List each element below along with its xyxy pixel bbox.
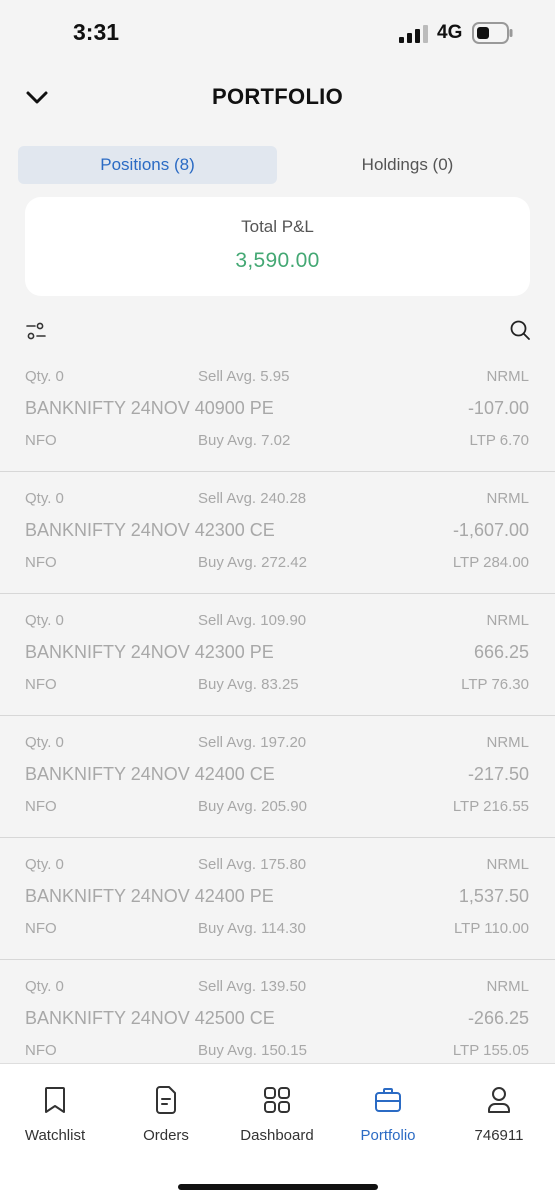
symbol: BANKNIFTY 24NOV 42400 CE (25, 764, 275, 784)
total-pnl-label: Total P&L (241, 217, 314, 236)
nav-label: Portfolio (360, 1127, 416, 1144)
buy-avg: Buy Avg. 205.90 (198, 798, 307, 815)
nav-orders[interactable]: Orders (111, 1084, 221, 1144)
tab-holdings[interactable]: Holdings (0) (278, 146, 537, 184)
product-type: NRML (486, 368, 529, 385)
position-row[interactable]: Qty. 0 Sell Avg. 175.80 NRML BANKNIFTY 24N… (0, 838, 555, 960)
qty: Qty. 0 (25, 856, 64, 873)
nav-portfolio[interactable]: Portfolio (333, 1084, 443, 1144)
buy-avg: Buy Avg. 7.02 (198, 432, 291, 449)
nav-label: Dashboard (240, 1127, 314, 1144)
sell-avg: Sell Avg. 175.80 (198, 856, 307, 873)
position-pnl: 666.25 (473, 642, 529, 662)
position-row[interactable]: Qty. 0 Sell Avg. 240.28 NRML BANKNIFTY 24N… (0, 472, 555, 594)
nav-label: Watchlist (24, 1127, 86, 1144)
nav-profile[interactable]: 746911 (444, 1084, 554, 1144)
ltp: LTP 76.30 (461, 676, 529, 693)
buy-avg: Buy Avg. 83.25 (198, 676, 299, 693)
nav-label: 746911 (474, 1127, 524, 1144)
page-title: PORTFOLIO (211, 84, 344, 109)
position-row[interactable]: Qty. 0 Sell Avg. 5.95 NRML BANKNIFTY 24NOV… (0, 350, 555, 472)
nav-label: Orders (143, 1127, 189, 1144)
symbol: BANKNIFTY 24NOV 40900 PE (25, 398, 274, 418)
nav-dashboard[interactable]: Dashboard (222, 1084, 332, 1144)
buy-avg: Buy Avg. 114.30 (198, 920, 306, 937)
sell-avg: Sell Avg. 139.50 (198, 978, 307, 995)
exchange: NFO (25, 920, 57, 937)
qty: Qty. 0 (25, 612, 64, 629)
positions-list: Qty. 0 Sell Avg. 5.95 NRML BANKNIFTY 24NOV… (0, 350, 555, 1062)
total-pnl-value: 3,590.00 (235, 249, 320, 272)
position-pnl: -1,607.00 (452, 520, 529, 540)
product-type: NRML (486, 856, 529, 873)
header: PORTFOLIO (0, 70, 555, 124)
total-pnl-card: Total P&L 3,590.00 (25, 197, 530, 296)
filter-icon[interactable] (26, 321, 46, 341)
symbol: BANKNIFTY 24NOV 42500 CE (25, 1008, 275, 1028)
exchange: NFO (25, 1042, 57, 1059)
position-pnl: -266.25 (467, 1008, 529, 1028)
product-type: NRML (486, 734, 529, 751)
search-icon[interactable] (509, 319, 531, 341)
position-row[interactable]: Qty. 0 Sell Avg. 139.50 NRML BANKNIFTY 24N… (0, 960, 555, 1062)
product-type: NRML (486, 490, 529, 507)
position-pnl: 1,537.50 (458, 886, 529, 906)
ltp: LTP 110.00 (453, 920, 529, 937)
buy-avg: Buy Avg. 150.15 (198, 1042, 307, 1059)
list-tools (0, 316, 555, 346)
ltp: LTP 6.70 (469, 432, 530, 449)
bottom-nav: Watchlist Orders Dashboard Portfolio 746… (0, 1063, 555, 1201)
qty: Qty. 0 (25, 490, 64, 507)
position-row[interactable]: Qty. 0 Sell Avg. 109.90 NRML BANKNIFTY 24N… (0, 594, 555, 716)
buy-avg: Buy Avg. 272.42 (198, 554, 307, 571)
symbol: BANKNIFTY 24NOV 42300 PE (25, 642, 274, 662)
product-type: NRML (486, 612, 529, 629)
position-row[interactable]: Qty. 0 Sell Avg. 197.20 NRML BANKNIFTY 24N… (0, 716, 555, 838)
sell-avg: Sell Avg. 5.95 (198, 368, 290, 385)
user-icon (488, 1087, 510, 1113)
symbol: BANKNIFTY 24NOV 42400 PE (25, 886, 274, 906)
network-type: 4G (437, 22, 463, 43)
tab-positions[interactable]: Positions (8) (18, 146, 277, 184)
symbol: BANKNIFTY 24NOV 42300 CE (25, 520, 275, 540)
qty: Qty. 0 (25, 368, 64, 385)
exchange: NFO (25, 554, 57, 571)
ltp: LTP 216.55 (452, 798, 529, 815)
briefcase-icon (375, 1088, 401, 1112)
status-time: 3:31 (73, 19, 120, 45)
exchange: NFO (25, 676, 57, 693)
home-indicator (178, 1184, 378, 1190)
qty: Qty. 0 (25, 734, 64, 751)
tab-bar: Positions (8) Holdings (0) (18, 146, 537, 184)
bookmark-icon (45, 1087, 65, 1113)
ltp: LTP 284.00 (452, 554, 529, 571)
product-type: NRML (486, 978, 529, 995)
qty: Qty. 0 (25, 978, 64, 995)
position-pnl: -107.00 (467, 398, 529, 418)
ltp: LTP 155.05 (452, 1042, 529, 1059)
sell-avg: Sell Avg. 197.20 (198, 734, 307, 751)
exchange: NFO (25, 798, 57, 815)
status-bar: 3:31 4G (0, 0, 555, 66)
battery-icon (472, 22, 513, 44)
sell-avg: Sell Avg. 109.90 (198, 612, 307, 629)
grid-icon (264, 1087, 290, 1113)
exchange: NFO (25, 432, 57, 449)
document-icon (156, 1086, 176, 1114)
sell-avg: Sell Avg. 240.28 (198, 490, 307, 507)
signal-icon (399, 25, 428, 43)
position-pnl: -217.50 (467, 764, 529, 784)
nav-watchlist[interactable]: Watchlist (0, 1084, 110, 1144)
